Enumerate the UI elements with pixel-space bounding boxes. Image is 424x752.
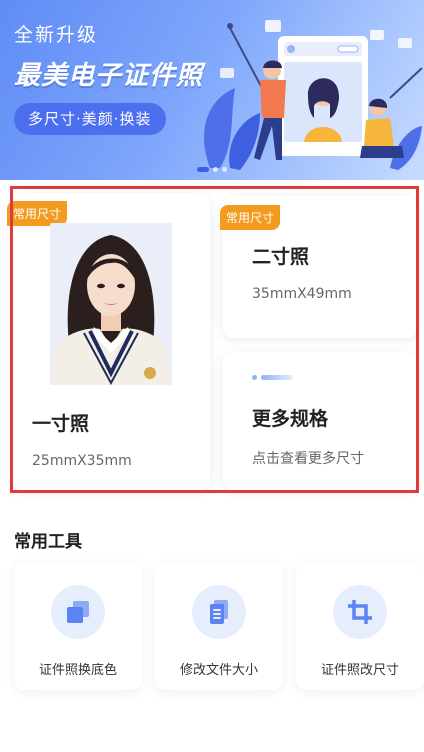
tools-section-title: 常用工具: [14, 532, 82, 552]
banner-subtitle: 全新升级: [14, 24, 99, 46]
tool-label: 证件照换底色: [38, 663, 117, 678]
banner-headline: 最美电子证件照: [14, 61, 204, 91]
carousel-dot[interactable]: [222, 167, 227, 172]
carousel-dot[interactable]: [213, 167, 218, 172]
crop-icon: [333, 585, 387, 639]
promo-banner[interactable]: 全新升级 最美电子证件照 多尺寸·美颜·换装: [0, 0, 424, 180]
file-size-tool[interactable]: 修改文件大小: [155, 563, 283, 690]
carousel-dot-active[interactable]: [197, 167, 209, 172]
tool-label: 修改文件大小: [179, 663, 258, 678]
change-background-icon: [51, 585, 105, 639]
change-background-tool[interactable]: 证件照换底色: [14, 563, 142, 690]
banner-illustration: [204, 20, 423, 170]
file-size-icon: [192, 585, 246, 639]
highlight-box: [10, 186, 419, 493]
tool-label: 证件照改尺寸: [320, 663, 399, 678]
banner-feature-pill: 多尺寸·美颜·换装: [14, 103, 166, 135]
banner-carousel-indicator[interactable]: [197, 167, 227, 172]
resize-tool[interactable]: 证件照改尺寸: [296, 563, 424, 690]
